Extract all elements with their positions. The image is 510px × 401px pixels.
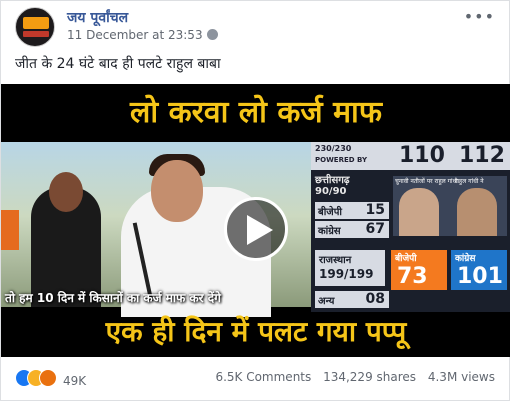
video-headline-top: लो करवा लो कर्ज माफ — [130, 95, 382, 130]
result-row-label: कांग्रेस — [318, 226, 341, 237]
party-value-congress: 101 — [457, 264, 503, 289]
result-row-value: 08 — [365, 291, 385, 307]
result-row: कांग्रेस 67 — [315, 221, 389, 238]
results-total: 230/230 — [315, 144, 352, 153]
play-icon — [247, 215, 273, 245]
play-button[interactable] — [224, 197, 288, 261]
state-total-2: 199/199 — [319, 267, 374, 281]
result-row: अन्य 08 — [315, 291, 389, 308]
rajasthan-box: राजस्थान 199/199 — [315, 250, 385, 286]
globe-icon — [206, 29, 218, 40]
reaction-count[interactable]: 49K — [63, 374, 86, 388]
party-label-bjp: बीजेपी — [395, 254, 417, 264]
candidate-photo-2 — [457, 188, 497, 236]
powered-by: POWERED BY — [315, 156, 368, 164]
election-results-panel: 230/230 POWERED BY 110 112 छत्तीसगढ़ 90/… — [311, 142, 510, 312]
result-row-label: बीजेपी — [318, 207, 342, 218]
video-subtitle: तो हम 10 दिन में किसानों का कर्ज माफ कर … — [5, 291, 221, 305]
party-value-bjp: 73 — [397, 264, 428, 289]
post-header: जय पूर्वांचल 11 December at 23:53 ••• — [15, 7, 495, 47]
result-row-value: 15 — [365, 202, 385, 218]
shares-count-link[interactable]: 134,229 shares — [323, 370, 416, 384]
background-person-face — [49, 172, 83, 212]
party-box-bjp: बीजेपी 73 — [391, 250, 447, 290]
post-timestamp[interactable]: 11 December at 23:53 — [67, 28, 203, 42]
results-score-2: 112 — [459, 143, 505, 168]
state-total-1: 90/90 — [315, 186, 347, 197]
speaker-face — [151, 160, 203, 222]
result-row-label: अन्य — [318, 296, 335, 307]
video-headline-bottom: एक ही दिन में पलट गया पप्पू — [105, 315, 407, 348]
page-avatar[interactable] — [15, 7, 55, 47]
avatar-logo-top — [23, 17, 49, 29]
post-card: जय पूर्वांचल 11 December at 23:53 ••• जी… — [0, 0, 510, 401]
views-count: 4.3M views — [427, 370, 495, 384]
party-label-congress: कांग्रेस — [455, 254, 476, 264]
candidates-image: चुनावी नतीजों पर राहुल गांधी राहुल गांधी… — [393, 176, 507, 236]
state-name-2: राजस्थान — [319, 255, 352, 266]
candidate-caption-1: चुनावी नतीजों पर राहुल गांधी — [395, 178, 458, 185]
post-stats-bar: 49K 6.5K Comments 134,229 shares 4.3M vi… — [15, 365, 495, 389]
angry-icon — [39, 369, 57, 387]
party-box-congress: कांग्रेस 101 — [451, 250, 507, 290]
comments-count-link[interactable]: 6.5K Comments — [215, 370, 311, 384]
engagement-counts: 6.5K Comments 134,229 shares 4.3M views — [207, 370, 495, 384]
candidate-caption-2: राहुल गांधी ने — [455, 178, 484, 185]
scene-flag — [1, 210, 19, 250]
candidate-photo-1 — [399, 188, 439, 236]
result-row-value: 67 — [365, 221, 385, 237]
video-player[interactable]: लो करवा लो कर्ज माफ 230/230 POWERED BY 1… — [1, 84, 510, 357]
avatar-logo-bottom — [23, 31, 49, 37]
post-caption: जीत के 24 घंटे बाद ही पलटे राहुल बाबा — [15, 56, 221, 72]
state-name-1: छत्तीसगढ़ — [315, 175, 350, 186]
result-row: बीजेपी 15 — [315, 202, 389, 219]
results-top-bar: 230/230 POWERED BY 110 112 — [311, 142, 510, 170]
page-name-link[interactable]: जय पूर्वांचल — [67, 8, 128, 27]
more-options-icon[interactable]: ••• — [464, 7, 495, 26]
results-score-1: 110 — [399, 143, 445, 168]
post-meta: 11 December at 23:53 — [67, 28, 218, 42]
